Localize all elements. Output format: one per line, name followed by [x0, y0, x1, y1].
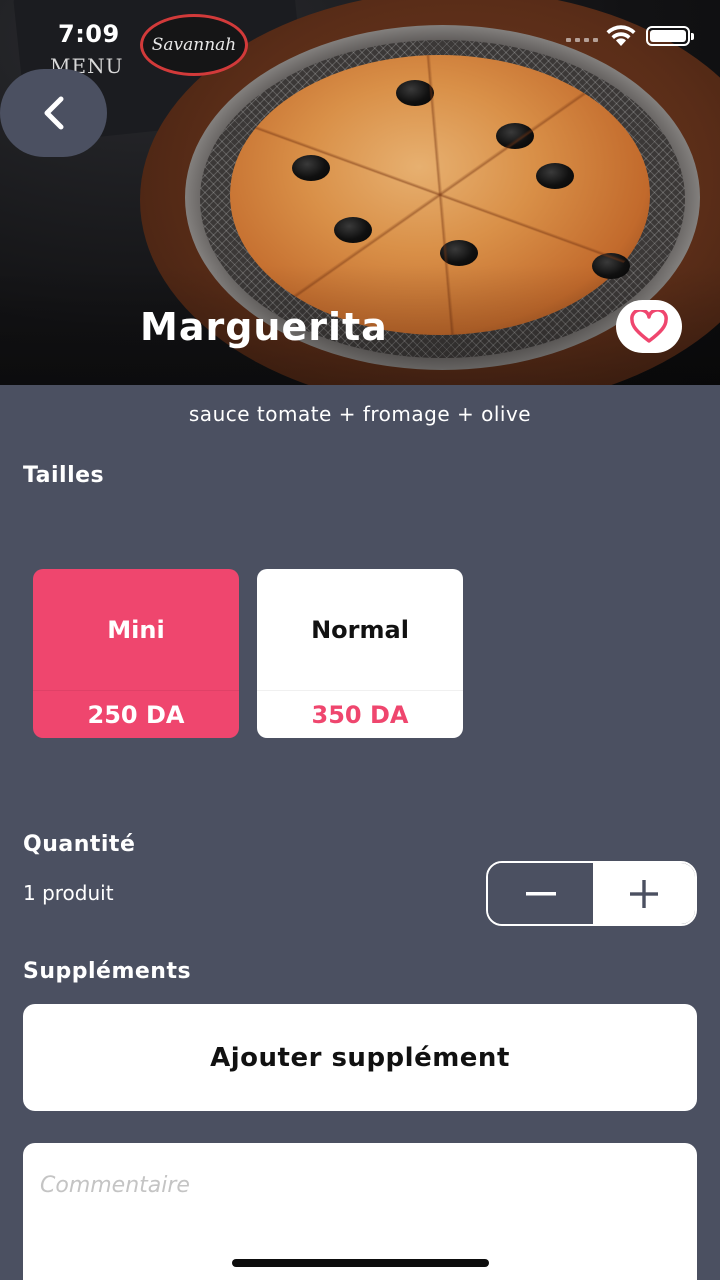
size-name: Mini — [107, 615, 165, 644]
wifi-icon — [606, 25, 636, 46]
size-price: 350 DA — [257, 690, 463, 738]
product-title: Marguerita — [140, 305, 388, 349]
size-name: Normal — [311, 615, 409, 644]
favorite-button[interactable] — [616, 300, 682, 353]
back-button[interactable] — [0, 69, 107, 157]
minus-icon — [525, 891, 556, 895]
increase-quantity-button[interactable] — [593, 863, 695, 924]
chevron-left-icon — [44, 96, 63, 130]
plus-icon — [630, 879, 658, 908]
quantity-label: Quantité — [23, 832, 136, 857]
size-option-mini[interactable]: Mini 250 DA — [33, 569, 239, 738]
heart-icon — [630, 309, 668, 343]
add-supplement-button[interactable]: Ajouter supplément — [23, 1004, 697, 1111]
supplements-label: Suppléments — [23, 959, 192, 984]
battery-icon — [646, 26, 694, 46]
status-bar: 7:09 — [0, 0, 720, 70]
quantity-summary: 1 produit — [23, 881, 114, 905]
decrease-quantity-button[interactable] — [488, 863, 593, 924]
home-indicator — [232, 1259, 489, 1267]
quantity-stepper — [486, 861, 697, 926]
signal-icon — [566, 38, 598, 42]
status-time: 7:09 — [58, 20, 120, 48]
size-option-normal[interactable]: Normal 350 DA — [257, 569, 463, 738]
sizes-label: Tailles — [23, 463, 105, 488]
size-price: 250 DA — [33, 690, 239, 738]
product-description: sauce tomate + fromage + olive — [188, 402, 532, 426]
